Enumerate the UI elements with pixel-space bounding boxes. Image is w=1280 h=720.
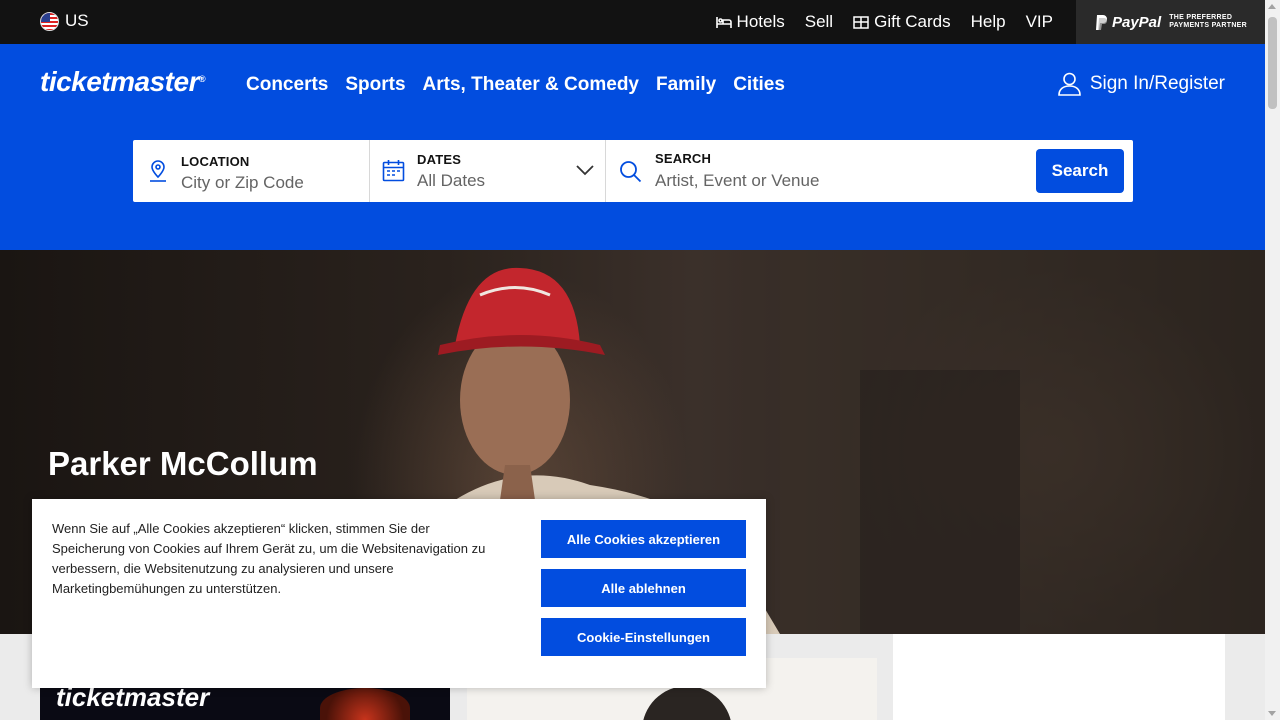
featured-card-1[interactable]: ticketmaster: [40, 682, 450, 720]
paypal-logo: PayPal: [1094, 14, 1161, 31]
utility-nav: Hotels Sell Gift Cards Help VIP: [715, 0, 1053, 44]
nav-cities[interactable]: Cities: [733, 74, 785, 96]
vip-link[interactable]: VIP: [1026, 12, 1053, 32]
scroll-thumb[interactable]: [1268, 17, 1277, 109]
user-icon: [1058, 72, 1081, 96]
featured-card-3[interactable]: [893, 634, 1225, 720]
search-icon: [620, 161, 642, 183]
locale-selector[interactable]: US: [40, 11, 89, 31]
chevron-down-icon: [576, 165, 594, 176]
bed-icon: [715, 17, 732, 28]
location-label: LOCATION: [181, 154, 250, 169]
help-label: Help: [970, 12, 1006, 31]
main-header: ticketmaster® Concerts Sports Arts, Thea…: [0, 44, 1265, 250]
logo-text: ticketmaster: [40, 66, 199, 97]
dates-value: All Dates: [417, 171, 486, 190]
main-nav: Concerts Sports Arts, Theater & Comedy F…: [246, 74, 785, 96]
gift-card-icon: [853, 15, 869, 29]
registered-mark: ®: [198, 74, 206, 84]
paypal-tagline-2: PAYMENTS PARTNER: [1169, 22, 1247, 29]
vertical-scrollbar[interactable]: [1265, 0, 1280, 720]
sell-link[interactable]: Sell: [805, 12, 833, 32]
card-2-image: [642, 686, 732, 720]
sign-in-label: Sign In/Register: [1089, 73, 1225, 94]
search-bar: LOCATION City or Zip Code DATES All Date…: [133, 140, 1133, 202]
search-label: SEARCH: [655, 151, 712, 166]
scroll-down-arrow-icon[interactable]: [1268, 711, 1276, 716]
gift-cards-label: Gift Cards: [874, 12, 951, 31]
location-pin-icon: [150, 160, 166, 182]
calendar-icon: [382, 160, 405, 182]
reject-all-cookies-button[interactable]: Alle ablehnen: [541, 569, 746, 607]
card-1-image: [320, 688, 410, 720]
cookie-settings-button[interactable]: Cookie-Einstellungen: [541, 618, 746, 656]
search-field[interactable]: SEARCH Artist, Event or Venue Search: [606, 140, 1133, 202]
dates-field[interactable]: DATES All Dates: [370, 140, 606, 202]
vip-label: VIP: [1025, 12, 1053, 31]
hotels-label: Hotels: [736, 12, 785, 31]
paypal-tagline: THE PREFERRED PAYMENTS PARTNER: [1169, 14, 1247, 30]
hero-title[interactable]: Parker McCollum: [48, 445, 318, 483]
ticketmaster-logo[interactable]: ticketmaster®: [40, 66, 206, 98]
paypal-wordmark: PayPal: [1111, 13, 1162, 31]
cookie-consent-banner: Wenn Sie auf „Alle Cookies akzeptieren“ …: [32, 499, 766, 688]
sign-in-link[interactable]: Sign In/Register: [1058, 72, 1225, 96]
location-field[interactable]: LOCATION City or Zip Code: [133, 140, 370, 202]
nav-family[interactable]: Family: [656, 74, 716, 96]
nav-concerts[interactable]: Concerts: [246, 74, 328, 96]
cookie-text: Wenn Sie auf „Alle Cookies akzeptieren“ …: [52, 521, 486, 596]
location-input[interactable]: City or Zip Code: [181, 173, 304, 193]
locale-label: US: [65, 11, 89, 30]
nav-sports[interactable]: Sports: [345, 74, 405, 96]
gift-cards-link[interactable]: Gift Cards: [853, 12, 951, 32]
help-link[interactable]: Help: [971, 12, 1006, 32]
accept-all-cookies-button[interactable]: Alle Cookies akzeptieren: [541, 520, 746, 558]
utility-bar: US Hotels Sell Gift Cards Help VIP PayPa…: [0, 0, 1265, 44]
scroll-up-arrow-icon[interactable]: [1268, 4, 1276, 9]
search-button[interactable]: Search: [1036, 149, 1124, 193]
sell-label: Sell: [804, 12, 834, 31]
us-flag-icon: [40, 11, 59, 31]
page: US Hotels Sell Gift Cards Help VIP PayPa…: [0, 0, 1265, 720]
paypal-icon: [1095, 14, 1107, 30]
nav-arts-theater-comedy[interactable]: Arts, Theater & Comedy: [423, 74, 639, 96]
paypal-partner-badge[interactable]: PayPal THE PREFERRED PAYMENTS PARTNER: [1076, 0, 1265, 44]
search-input[interactable]: Artist, Event or Venue: [655, 171, 819, 191]
dates-label: DATES: [417, 152, 462, 167]
paypal-tagline-1: THE PREFERRED: [1169, 14, 1233, 21]
hotels-link[interactable]: Hotels: [715, 12, 785, 32]
